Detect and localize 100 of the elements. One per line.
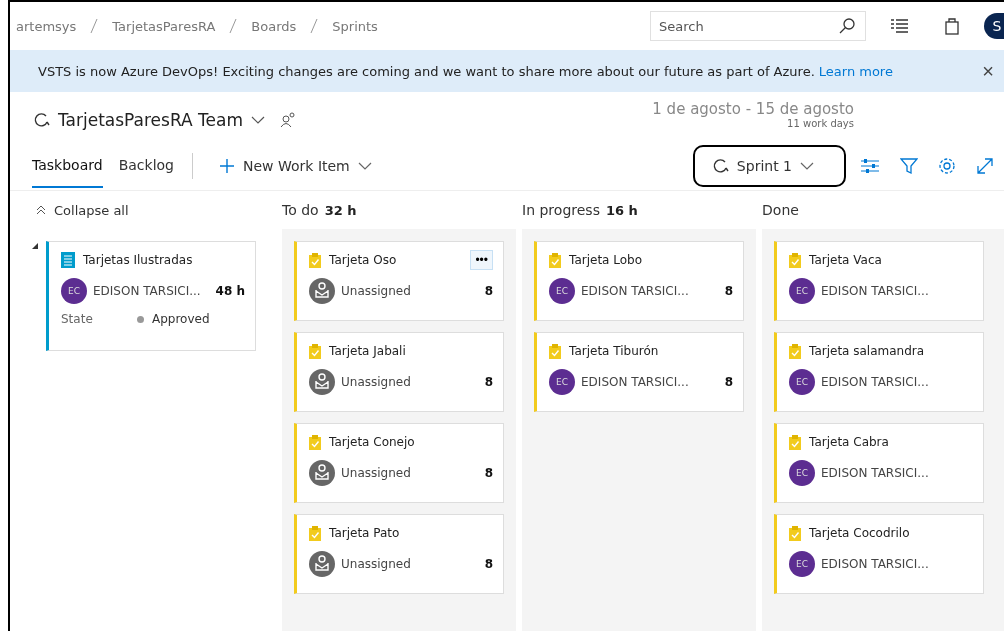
banner-message: VSTS is now Azure DevOps! Exciting changes are coming and we want to share more about our future as part of Azure. xyxy=(38,63,815,79)
breadcrumb-separator-icon xyxy=(310,18,319,34)
column-title: Done xyxy=(762,202,799,218)
assignee-name: EDISON TARSICI... xyxy=(821,466,929,480)
people-icon[interactable] xyxy=(279,112,298,128)
card-title[interactable]: Tarjeta Vaca xyxy=(809,253,882,267)
card-title[interactable]: Tarjeta Jabali xyxy=(329,344,406,358)
card-title[interactable]: Tarjeta Conejo xyxy=(329,435,415,449)
unassigned-avatar-icon xyxy=(309,460,336,486)
avatar: EC xyxy=(789,551,816,577)
avatar: EC xyxy=(789,369,816,395)
state-value: Approved xyxy=(152,312,210,326)
assignee-name: EDISON TARSICI... xyxy=(821,375,929,389)
chevron-down-icon[interactable] xyxy=(251,115,266,125)
card-title[interactable]: Tarjeta Tiburón xyxy=(569,344,659,358)
card-title[interactable]: Tarjetas Ilustradas xyxy=(83,253,193,267)
clipboard-icon xyxy=(309,343,322,359)
clipboard-icon xyxy=(309,525,322,541)
assignee-name: Unassigned xyxy=(341,284,411,298)
remaining-hours: 48 h xyxy=(215,284,245,298)
card-title[interactable]: Tarjeta Cabra xyxy=(809,435,889,449)
close-button[interactable]: × xyxy=(972,59,1004,83)
task-card[interactable]: Tarjeta Vaca EC EDISON TARSICI... xyxy=(774,241,985,321)
task-card[interactable]: Tarjeta Cocodrilo EC EDISON TARSICI... xyxy=(774,514,985,594)
remaining-hours: 8 xyxy=(724,284,734,298)
clipboard-icon xyxy=(789,525,802,541)
avatar: EC xyxy=(789,460,816,486)
avatar: EC xyxy=(549,278,576,304)
clipboard-icon xyxy=(549,252,562,268)
task-card[interactable]: Tarjeta salamandra EC EDISON TARSICI... xyxy=(774,332,985,412)
collapse-triangle-icon[interactable] xyxy=(32,243,38,249)
breadcrumb-link[interactable]: Boards xyxy=(251,18,297,34)
assignee-name: Unassigned xyxy=(341,375,411,389)
user-avatar[interactable]: S xyxy=(984,13,1004,39)
card-title[interactable]: Tarjeta Oso xyxy=(329,253,397,267)
task-card[interactable]: Tarjeta Conejo Unassigned 8 xyxy=(294,423,505,503)
avatar: EC xyxy=(789,278,816,304)
search-field[interactable]: Search xyxy=(650,11,866,41)
collapse-all-button[interactable]: Collapse all xyxy=(32,202,129,218)
sprint-icon xyxy=(32,111,50,129)
list-icon[interactable] xyxy=(890,18,910,34)
work-item-card[interactable]: Tarjetas Ilustradas EC EDISON TARSICI... 48 h State Approved xyxy=(46,241,256,351)
new-work-item-button[interactable]: New Work Item xyxy=(213,157,378,175)
work-days: 11 work days xyxy=(787,118,854,130)
clipboard-icon xyxy=(309,252,322,268)
assignee-name: EDISON TARSICI... xyxy=(821,284,929,298)
remaining-hours: 8 xyxy=(484,284,494,298)
clipboard-icon xyxy=(789,434,802,450)
filter-icon[interactable] xyxy=(900,157,918,175)
card-title[interactable]: Tarjeta salamandra xyxy=(809,344,925,358)
assignee-name: EDISON TARSICI... xyxy=(581,375,689,389)
avatar: EC xyxy=(549,369,576,395)
task-card[interactable]: Tarjeta Jabali Unassigned 8 xyxy=(294,332,505,412)
sliders-icon[interactable] xyxy=(860,157,880,175)
assignee-name: EDISON TARSICI... xyxy=(93,284,201,298)
document-icon xyxy=(61,252,75,268)
breadcrumb-link[interactable]: artemsys xyxy=(16,18,77,34)
tab[interactable]: Taskboard xyxy=(32,144,103,188)
chevron-down-icon xyxy=(357,161,372,171)
remaining-hours: 8 xyxy=(484,466,494,480)
card-title[interactable]: Tarjeta Pato xyxy=(329,526,400,540)
bag-icon[interactable] xyxy=(944,17,960,35)
unassigned-avatar-icon xyxy=(309,551,336,577)
task-card[interactable]: Tarjeta Pato Unassigned 8 xyxy=(294,514,505,594)
card-title[interactable]: Tarjeta Lobo xyxy=(569,253,643,267)
breadcrumb-link[interactable]: Sprints xyxy=(332,18,378,34)
clipboard-icon xyxy=(309,434,322,450)
tab[interactable]: Backlog xyxy=(118,144,174,188)
avatar: EC xyxy=(61,278,87,304)
breadcrumb-separator-icon xyxy=(90,18,99,34)
double-chevron-up-icon xyxy=(36,205,46,215)
assignee-name: Unassigned xyxy=(341,557,411,571)
task-card[interactable]: Tarjeta Tiburón EC EDISON TARSICI... 8 xyxy=(534,332,745,412)
more-button[interactable]: ••• xyxy=(470,250,494,270)
settings-icon[interactable] xyxy=(938,157,956,175)
task-card[interactable]: Tarjeta Lobo EC EDISON TARSICI... 8 xyxy=(534,241,745,321)
expand-icon[interactable] xyxy=(976,157,994,175)
learn-more-link[interactable]: Learn more xyxy=(818,63,893,79)
breadcrumb-separator-icon xyxy=(229,18,238,34)
plus-icon xyxy=(219,158,235,174)
assignee-name: Unassigned xyxy=(341,466,411,480)
clipboard-icon xyxy=(789,343,802,359)
clipboard-icon xyxy=(549,343,562,359)
search-icon xyxy=(838,17,856,35)
column-title: To do xyxy=(282,202,319,218)
sprint-picker[interactable]: Sprint 1 xyxy=(692,145,846,187)
column-hours: 16 h xyxy=(605,202,638,218)
unassigned-avatar-icon xyxy=(309,278,336,304)
card-title[interactable]: Tarjeta Cocodrilo xyxy=(809,526,910,540)
state-label: State xyxy=(61,312,94,326)
task-card[interactable]: Tarjeta Oso ••• Unassigned 8 xyxy=(294,241,505,321)
chevron-down-icon xyxy=(800,161,814,171)
column-title: In progress xyxy=(522,202,600,218)
remaining-hours: 8 xyxy=(724,375,734,389)
team-name[interactable]: TarjetasParesRA Team xyxy=(58,110,244,130)
clipboard-icon xyxy=(789,252,802,268)
remaining-hours: 8 xyxy=(484,557,494,571)
breadcrumb-link[interactable]: TarjetasParesRA xyxy=(112,18,216,34)
state-dot xyxy=(137,315,144,323)
task-card[interactable]: Tarjeta Cabra EC EDISON TARSICI... xyxy=(774,423,985,503)
